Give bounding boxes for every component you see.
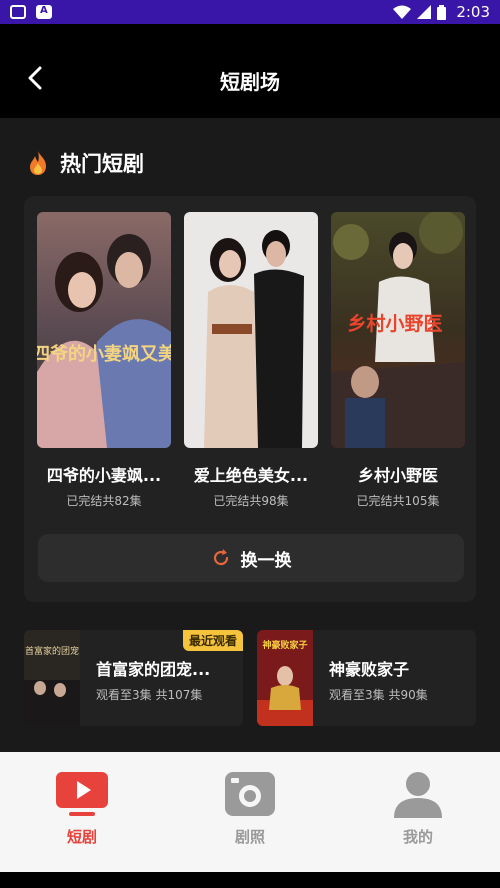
clock: 2:03 <box>456 3 490 21</box>
poster-title: 四爷的小妻飒又美 <box>37 343 171 365</box>
drama-card[interactable]: 爱上绝色美女... 已完结共98集 <box>184 212 318 509</box>
recent-drama-card[interactable]: 首富家的团宠 首富家的团宠... 观看至3集 共107集 最近观看 <box>24 630 243 726</box>
recent-title: 首富家的团宠... <box>96 660 211 679</box>
recent-thumbnail: 神豪败家子 <box>257 630 313 726</box>
drama-episodes: 已完结共98集 <box>213 494 289 508</box>
section-title: 热门短剧 <box>60 152 144 176</box>
drama-poster[interactable] <box>184 212 318 448</box>
signal-icon <box>417 5 432 19</box>
app-notification-icon <box>36 5 52 19</box>
poster-title: 乡村小野医 <box>347 312 442 335</box>
drama-card[interactable]: 乡村小野医 乡村小野医 已完结共105集 <box>331 212 465 509</box>
user-icon <box>391 770 445 818</box>
drama-episodes: 已完结共105集 <box>356 494 440 508</box>
navigation-bar <box>0 872 500 888</box>
drama-card[interactable]: 四爷的小妻飒又美 四爷的小妻飒... 已完结共82集 <box>37 212 171 509</box>
battery-icon <box>437 4 447 20</box>
app-header: 短剧场 <box>0 24 500 118</box>
drama-poster[interactable]: 乡村小野医 <box>331 212 465 448</box>
page-title: 短剧场 <box>220 70 280 94</box>
recent-drama-card[interactable]: 神豪败家子 神豪败家子 观看至3集 共90集 <box>257 630 476 726</box>
tab-label: 我的 <box>402 828 433 846</box>
bottom-tab-bar: 短剧 剧照 我的 <box>0 752 500 872</box>
drama-name: 乡村小野医 <box>357 466 438 485</box>
tab-label: 短剧 <box>66 828 97 846</box>
thumb-title: 神豪败家子 <box>262 639 307 651</box>
tab-stills[interactable]: 剧照 <box>200 770 300 847</box>
fire-icon <box>30 151 46 175</box>
status-bar: 2:03 <box>0 0 500 24</box>
refresh-label: 换一换 <box>240 550 292 571</box>
recent-thumbnail: 首富家的团宠 <box>24 630 80 726</box>
recent-title: 神豪败家子 <box>329 660 410 679</box>
recent-badge: 最近观看 <box>182 630 243 651</box>
tab-label: 剧照 <box>234 828 265 846</box>
recent-progress: 观看至3集 共107集 <box>96 688 203 702</box>
tab-short-drama[interactable]: 短剧 <box>32 770 132 847</box>
refresh-icon <box>213 549 228 566</box>
notification-icon <box>10 5 26 19</box>
play-video-icon <box>55 770 109 818</box>
hot-section-header: 热门短剧 <box>26 148 144 178</box>
tab-profile[interactable]: 我的 <box>368 770 468 847</box>
camera-icon <box>223 770 277 818</box>
drama-poster[interactable]: 四爷的小妻飒又美 <box>37 212 171 448</box>
thumb-title: 首富家的团宠 <box>25 645 79 657</box>
main-content: 热门短剧 四爷的小妻飒又美 四爷的小妻飒... 已完结共82集 爱上绝色美女..… <box>0 118 500 750</box>
hot-dramas-card: 四爷的小妻飒又美 四爷的小妻飒... 已完结共82集 爱上绝色美女... 已完结… <box>24 196 476 602</box>
drama-name: 四爷的小妻飒... <box>46 466 162 485</box>
drama-name: 爱上绝色美女... <box>193 466 309 485</box>
wifi-icon <box>393 5 412 19</box>
refresh-button[interactable]: 换一换 <box>38 534 464 582</box>
drama-episodes: 已完结共82集 <box>66 494 142 508</box>
recent-progress: 观看至3集 共90集 <box>329 688 428 702</box>
